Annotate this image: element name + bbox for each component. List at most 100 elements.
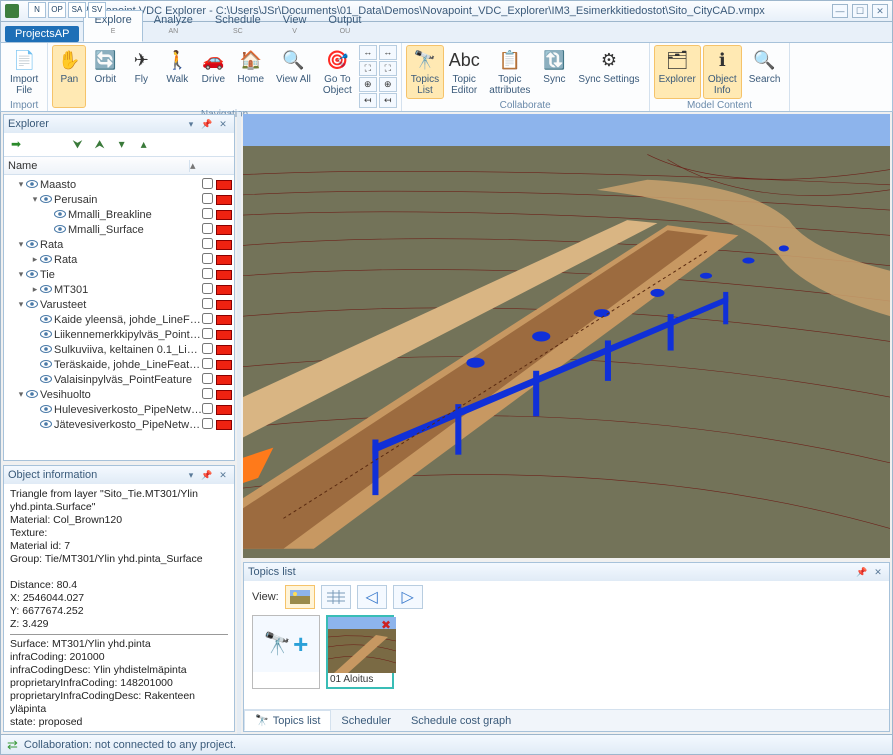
tree-row[interactable]: ▾Perusain: [4, 192, 234, 207]
tree-checkbox[interactable]: [202, 418, 216, 432]
visibility-eye-icon[interactable]: [40, 314, 54, 325]
visibility-eye-icon[interactable]: [40, 419, 54, 430]
tree-checkbox[interactable]: [202, 178, 216, 192]
topic-editor-button[interactable]: AbcTopicEditor: [446, 45, 482, 99]
orbit-button[interactable]: 🔄Orbit: [88, 45, 122, 108]
tree-row[interactable]: Teräskaide, johde_LineFeature: [4, 357, 234, 372]
explorer-tree[interactable]: ▾Maasto▾PerusainMmalli_BreaklineMmalli_S…: [4, 175, 234, 460]
nav-extra-button[interactable]: ↔: [379, 45, 397, 60]
tree-row[interactable]: ▾Tie: [4, 267, 234, 282]
tree-twisty-icon[interactable]: ▾: [30, 194, 40, 205]
maximize-button[interactable]: ☐: [852, 4, 868, 18]
visibility-eye-icon[interactable]: [40, 344, 54, 355]
close-button[interactable]: ✕: [872, 4, 888, 18]
pan-button[interactable]: ✋Pan: [52, 45, 86, 108]
expand-down-icon[interactable]: ⮟: [70, 137, 86, 153]
visibility-eye-icon[interactable]: [40, 284, 54, 295]
color-swatch[interactable]: [216, 420, 232, 430]
tree-checkbox[interactable]: [202, 193, 216, 207]
color-swatch[interactable]: [216, 345, 232, 355]
tree-checkbox[interactable]: [202, 268, 216, 282]
tab-projects[interactable]: ProjectsAP: [5, 26, 79, 42]
tree-twisty-icon[interactable]: ▾: [16, 389, 26, 400]
visibility-eye-icon[interactable]: [40, 374, 54, 385]
tree-row[interactable]: ▸Rata: [4, 252, 234, 267]
add-topic-card[interactable]: 🔭 +: [252, 615, 320, 689]
tree-checkbox[interactable]: [202, 298, 216, 312]
color-swatch[interactable]: [216, 210, 232, 220]
tab-analyze[interactable]: AnalyzeAN: [143, 10, 204, 42]
import-file-button[interactable]: 📄ImportFile: [5, 45, 43, 99]
panel-dropdown-icon[interactable]: ▾: [184, 468, 198, 482]
tree-checkbox[interactable]: [202, 208, 216, 222]
sync-button[interactable]: 🔃Sync: [537, 45, 571, 99]
color-swatch[interactable]: [216, 255, 232, 265]
tree-twisty-icon[interactable]: ▾: [16, 179, 26, 190]
color-swatch[interactable]: [216, 330, 232, 340]
nav-extra-button[interactable]: ↤: [379, 93, 397, 108]
tree-row[interactable]: ▾Rata: [4, 237, 234, 252]
drive-button[interactable]: 🚗Drive: [196, 45, 230, 108]
color-swatch[interactable]: [216, 195, 232, 205]
visibility-eye-icon[interactable]: [26, 269, 40, 280]
color-swatch[interactable]: [216, 285, 232, 295]
nav-extra-button[interactable]: ⊕: [379, 77, 397, 92]
panel-close-icon[interactable]: ✕: [216, 468, 230, 482]
explorer-button[interactable]: 🗂Explorer: [654, 45, 701, 99]
tree-checkbox[interactable]: [202, 328, 216, 342]
visibility-eye-icon[interactable]: [40, 329, 54, 340]
nav-extra-button[interactable]: ↔: [359, 45, 377, 60]
visibility-eye-icon[interactable]: [26, 239, 40, 250]
tree-checkbox[interactable]: [202, 253, 216, 267]
panel-close-icon[interactable]: ✕: [216, 117, 230, 131]
tree-twisty-icon[interactable]: ▸: [30, 284, 40, 295]
bottomtab-topicslist[interactable]: 🔭 Topics list: [244, 710, 331, 731]
delete-icon[interactable]: ✖: [381, 618, 391, 632]
qat-open-button[interactable]: OP: [48, 2, 66, 18]
nav-extra-button[interactable]: ↤: [359, 93, 377, 108]
chevron-down-icon[interactable]: ▾: [114, 137, 130, 153]
color-swatch[interactable]: [216, 270, 232, 280]
nav-extra-button[interactable]: ⛶: [379, 61, 397, 76]
tree-checkbox[interactable]: [202, 373, 216, 387]
visibility-eye-icon[interactable]: [54, 224, 68, 235]
tree-twisty-icon[interactable]: ▾: [16, 239, 26, 250]
tree-row[interactable]: ▾Vesihuolto: [4, 387, 234, 402]
explorer-column-header[interactable]: Name ▴: [4, 157, 234, 175]
tree-row[interactable]: Hulevesiverkosto_PipeNetwork: [4, 402, 234, 417]
visibility-eye-icon[interactable]: [26, 179, 40, 190]
view-all-button[interactable]: 🔍View All: [271, 45, 316, 108]
tree-row[interactable]: Mmalli_Surface: [4, 222, 234, 237]
view-thumbnails-button[interactable]: [285, 585, 315, 609]
tab-schedule[interactable]: ScheduleSC: [204, 10, 272, 42]
tree-twisty-icon[interactable]: ▾: [16, 299, 26, 310]
tree-checkbox[interactable]: [202, 388, 216, 402]
qat-save-button[interactable]: SA: [68, 2, 86, 18]
arrow-right-icon[interactable]: ➡: [8, 137, 24, 153]
prev-button[interactable]: ◁: [357, 585, 387, 609]
panel-pin-icon[interactable]: 📌: [200, 468, 214, 482]
color-swatch[interactable]: [216, 375, 232, 385]
go-to-object-button[interactable]: 🎯Go ToObject: [318, 45, 357, 108]
color-swatch[interactable]: [216, 315, 232, 325]
color-swatch[interactable]: [216, 360, 232, 370]
tree-checkbox[interactable]: [202, 283, 216, 297]
view-list-button[interactable]: [321, 585, 351, 609]
tree-twisty-icon[interactable]: ▾: [16, 269, 26, 280]
bottomtab-schedulecost[interactable]: Schedule cost graph: [401, 712, 521, 730]
tree-row[interactable]: Kaide yleensä, johde_LineFeature: [4, 312, 234, 327]
panel-dropdown-icon[interactable]: ▾: [184, 117, 198, 131]
bottomtab-scheduler[interactable]: Scheduler: [331, 712, 401, 730]
color-swatch[interactable]: [216, 300, 232, 310]
visibility-eye-icon[interactable]: [40, 254, 54, 265]
panel-pin-icon[interactable]: 📌: [855, 565, 869, 579]
visibility-eye-icon[interactable]: [26, 299, 40, 310]
panel-close-icon[interactable]: ✕: [871, 565, 885, 579]
tree-row[interactable]: Jätevesiverkosto_PipeNetwork: [4, 417, 234, 432]
tree-checkbox[interactable]: [202, 358, 216, 372]
3d-viewport[interactable]: [243, 114, 890, 558]
color-swatch[interactable]: [216, 180, 232, 190]
tree-checkbox[interactable]: [202, 238, 216, 252]
color-swatch[interactable]: [216, 240, 232, 250]
tree-checkbox[interactable]: [202, 343, 216, 357]
